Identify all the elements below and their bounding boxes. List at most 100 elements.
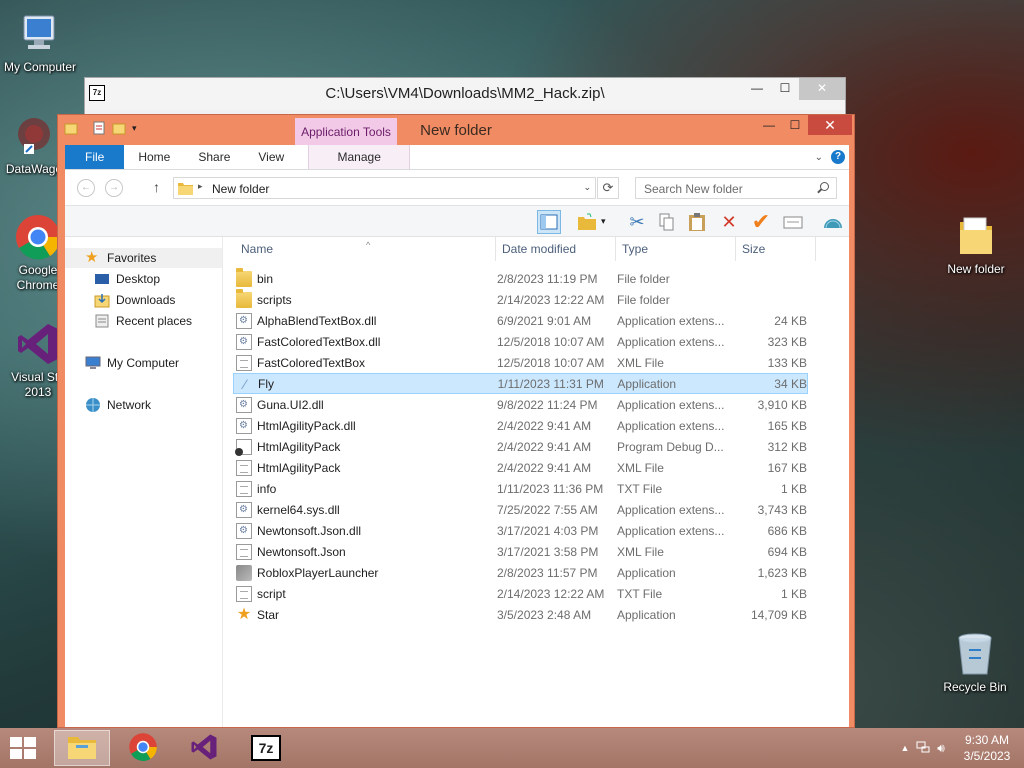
table-row[interactable]: Guna.UI2.dll 9/8/2022 11:24 PM Application… bbox=[233, 394, 808, 415]
7zip-titlebar[interactable]: 7z C:\Users\VM4\Downloads\MM2_Hack.zip\ … bbox=[85, 78, 845, 110]
copy-icon[interactable] bbox=[655, 210, 679, 234]
breadcrumb-separator-icon[interactable]: ▸ bbox=[198, 181, 203, 192]
desktop-icon-recycle-bin[interactable]: Recycle Bin bbox=[935, 630, 1015, 695]
system-tray: ▲ 🔊︎ 9:30 AM 3/5/2023 bbox=[896, 728, 1024, 768]
file-size: 24 KB bbox=[774, 313, 807, 328]
column-header-size[interactable]: Size bbox=[736, 237, 816, 261]
table-row[interactable]: HtmlAgilityPack.dll 2/4/2022 9:41 AM Appli… bbox=[233, 415, 808, 436]
table-row[interactable]: FastColoredTextBox.dll 12/5/2018 10:07 AM… bbox=[233, 331, 808, 352]
table-row[interactable]: scripts 2/14/2023 12:22 AM File folder bbox=[233, 288, 808, 310]
file-type: Application extens... bbox=[617, 502, 725, 517]
globe-icon[interactable] bbox=[821, 210, 845, 234]
file-name: bin bbox=[257, 271, 274, 286]
explorer-window-title: New folder bbox=[420, 122, 492, 139]
search-input[interactable]: Search New folder bbox=[635, 177, 837, 199]
sidebar-item-desktop[interactable]: Desktop bbox=[65, 269, 160, 289]
command-toolbar: ▾ ✂ ✕ ✔ bbox=[65, 205, 849, 237]
paste-icon[interactable] bbox=[685, 210, 709, 234]
file-type: File folder bbox=[617, 292, 670, 307]
search-icon bbox=[820, 182, 829, 191]
folder-options-dropdown-icon[interactable]: ▾ bbox=[601, 216, 606, 227]
table-row[interactable]: RobloxPlayerLauncher 2/8/2023 11:57 PM App… bbox=[233, 562, 808, 583]
sidebar-item-label: Desktop bbox=[116, 272, 161, 286]
tab-manage[interactable]: Manage bbox=[308, 145, 411, 169]
desktop-icon-my-computer[interactable]: My Computer bbox=[0, 10, 80, 75]
tab-home[interactable]: Home bbox=[124, 145, 184, 169]
roblox-icon bbox=[236, 564, 252, 581]
table-row[interactable]: ⁄ Fly 1/11/2023 11:31 PM Application 34 KB bbox=[233, 373, 808, 394]
volume-icon[interactable]: 🔊︎ bbox=[932, 741, 950, 756]
table-row[interactable]: Newtonsoft.Json.dll 3/17/2021 4:03 PM Appl… bbox=[233, 520, 808, 541]
network-icon[interactable] bbox=[914, 740, 932, 757]
expand-ribbon-icon[interactable]: ⌄ bbox=[815, 152, 823, 163]
file-type: Application bbox=[617, 607, 676, 622]
star-icon: ★ bbox=[85, 249, 99, 266]
file-size: 3,743 KB bbox=[757, 502, 807, 517]
minimize-button[interactable]: — bbox=[743, 78, 771, 100]
address-dropdown-icon[interactable]: ⌄ bbox=[583, 182, 591, 193]
table-row[interactable]: script 2/14/2023 12:22 AM TXT File 1 KB bbox=[233, 583, 808, 604]
table-row[interactable]: AlphaBlendTextBox.dll 6/9/2021 9:01 AM App… bbox=[233, 310, 808, 331]
sidebar-item-recent-places[interactable]: Recent places bbox=[65, 311, 192, 331]
clock[interactable]: 9:30 AM 3/5/2023 bbox=[950, 732, 1024, 764]
table-row[interactable]: info 1/11/2023 11:36 PM TXT File 1 KB bbox=[233, 478, 808, 499]
taskbar-file-explorer[interactable] bbox=[54, 730, 110, 766]
close-button[interactable]: ✕ bbox=[799, 78, 845, 100]
explorer-window[interactable]: ▾ Application Tools New folder — ☐ ✕ Fil… bbox=[57, 114, 855, 728]
show-hidden-icons-icon[interactable]: ▲ bbox=[896, 743, 914, 753]
folder-icon bbox=[952, 212, 1000, 260]
folder-options-button[interactable] bbox=[575, 210, 599, 234]
address-bar[interactable]: ▸ New folder ⌄ bbox=[173, 177, 596, 199]
table-row[interactable]: HtmlAgilityPack 2/4/2022 9:41 AM XML File 1… bbox=[233, 457, 808, 478]
start-button[interactable] bbox=[10, 737, 38, 759]
forward-button[interactable]: → bbox=[105, 179, 123, 197]
maximize-button[interactable]: ☐ bbox=[771, 78, 799, 100]
desktop-icon-new-folder[interactable]: New folder bbox=[936, 212, 1016, 277]
cut-icon[interactable]: ✂ bbox=[625, 210, 649, 234]
clock-time: 9:30 AM bbox=[964, 733, 1010, 747]
file-size: 323 KB bbox=[767, 334, 807, 349]
tab-file[interactable]: File bbox=[65, 145, 125, 169]
file-name: Guna.UI2.dll bbox=[257, 397, 324, 412]
file-date-modified: 12/5/2018 10:07 AM bbox=[497, 334, 605, 349]
table-row[interactable]: ★ Star 3/5/2023 2:48 AM Application 14,709 K… bbox=[233, 604, 808, 625]
column-header-name[interactable]: Name ^ bbox=[235, 237, 496, 261]
taskbar-7zip[interactable]: 7z bbox=[238, 730, 294, 766]
sidebar-item-downloads[interactable]: Downloads bbox=[65, 290, 175, 310]
maximize-button[interactable]: ☐ bbox=[782, 115, 808, 135]
delete-icon[interactable]: ✕ bbox=[717, 210, 741, 234]
dll-icon bbox=[236, 312, 252, 329]
file-date-modified: 2/14/2023 12:22 AM bbox=[497, 292, 605, 307]
refresh-button[interactable]: ⟳ bbox=[597, 177, 619, 199]
breadcrumb[interactable]: New folder bbox=[212, 182, 269, 196]
tab-view[interactable]: View bbox=[244, 145, 298, 169]
rename-icon[interactable]: ✔ bbox=[749, 209, 773, 234]
column-header-date[interactable]: Date modified bbox=[496, 237, 616, 261]
properties-icon[interactable] bbox=[781, 210, 805, 234]
table-row[interactable]: HtmlAgilityPack 2/4/2022 9:41 AM Program D… bbox=[233, 436, 808, 457]
table-row[interactable]: bin 2/8/2023 11:19 PM File folder bbox=[233, 267, 808, 289]
explorer-titlebar[interactable]: ▾ Application Tools New folder — ☐ ✕ bbox=[58, 115, 854, 146]
up-button[interactable]: ↑ bbox=[153, 179, 160, 195]
sidebar-item-favorites[interactable]: ★ Favorites bbox=[65, 248, 222, 268]
preview-pane-button[interactable] bbox=[537, 210, 561, 234]
taskbar-visual-studio[interactable] bbox=[176, 730, 232, 766]
tab-share[interactable]: Share bbox=[184, 145, 244, 169]
sidebar-item-label: Network bbox=[107, 398, 152, 412]
7zip-window-title: C:\Users\VM4\Downloads\MM2_Hack.zip\ bbox=[325, 85, 605, 102]
table-row[interactable]: Newtonsoft.Json 3/17/2021 3:58 PM XML File… bbox=[233, 541, 808, 562]
table-row[interactable]: FastColoredTextBox 12/5/2018 10:07 AM XML … bbox=[233, 352, 808, 373]
folder-icon bbox=[236, 288, 252, 308]
column-header-type[interactable]: Type bbox=[616, 237, 736, 261]
visual-studio-icon bbox=[14, 320, 62, 368]
sidebar-item-network[interactable]: Network bbox=[65, 395, 151, 415]
taskbar-chrome[interactable] bbox=[115, 730, 171, 766]
back-button[interactable]: ← bbox=[77, 179, 95, 197]
sidebar-item-label: Downloads bbox=[116, 293, 176, 307]
sidebar-item-my-computer[interactable]: My Computer bbox=[65, 353, 179, 373]
table-row[interactable]: kernel64.sys.dll 7/25/2022 7:55 AM Applica… bbox=[233, 499, 808, 520]
close-button[interactable]: ✕ bbox=[808, 115, 852, 135]
minimize-button[interactable]: — bbox=[756, 115, 782, 135]
help-icon[interactable]: ? bbox=[831, 150, 845, 164]
star-icon: ★ bbox=[236, 605, 252, 623]
